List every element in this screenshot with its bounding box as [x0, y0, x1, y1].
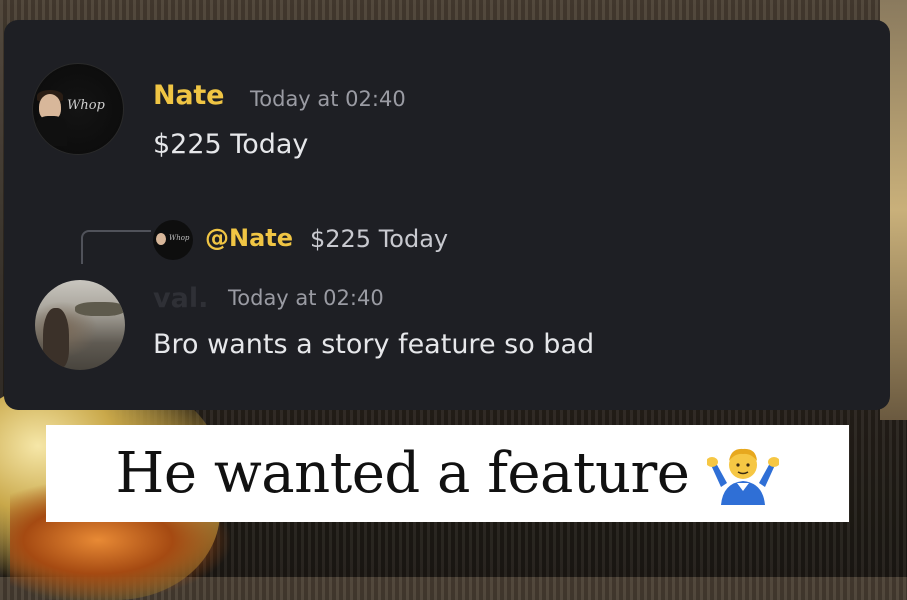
- avatar-logo-text: Whop: [169, 234, 190, 242]
- message-author-val[interactable]: val.: [153, 283, 208, 314]
- avatar-figure: [43, 308, 69, 368]
- chat-screenshot-card: Whop Nate Today at 02:40 $225 Today Whop…: [4, 20, 890, 410]
- avatar-shirt: [35, 116, 67, 146]
- reply-avatar-nate: Whop: [153, 220, 193, 260]
- avatar-nate[interactable]: Whop: [32, 63, 124, 155]
- person-shrugging-icon: [706, 443, 781, 505]
- caption-banner: He wanted a feature: [46, 425, 849, 522]
- reply-connector-line: [81, 230, 151, 264]
- reply-preview-text[interactable]: $225 Today: [310, 225, 448, 253]
- message-text: $225 Today: [153, 129, 309, 160]
- caption-text: He wanted a feature: [115, 441, 690, 506]
- message-timestamp: Today at 02:40: [250, 87, 406, 111]
- avatar-face: [156, 233, 166, 245]
- reply-mention[interactable]: @Nate: [205, 224, 293, 252]
- message-author-nate[interactable]: Nate: [153, 80, 224, 111]
- avatar-trees: [75, 302, 125, 316]
- message-text: Bro wants a story feature so bad: [153, 329, 595, 360]
- message-timestamp: Today at 02:40: [228, 286, 384, 310]
- avatar-val[interactable]: [35, 280, 125, 370]
- avatar-logo-text: Whop: [67, 98, 105, 113]
